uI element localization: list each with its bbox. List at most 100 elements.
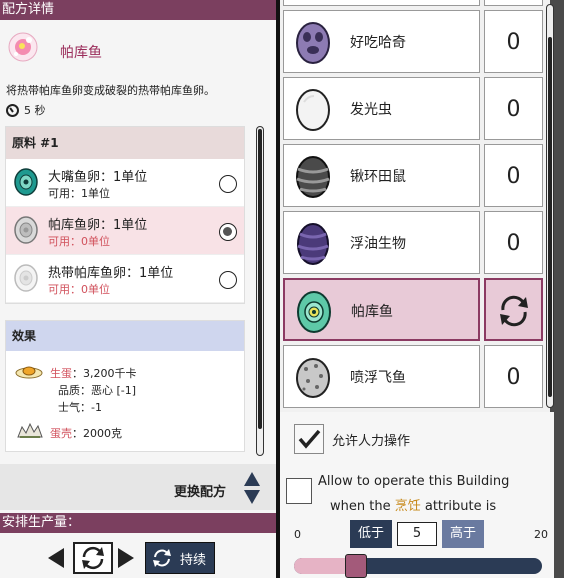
critter-count[interactable]: 0 [484,77,543,140]
recipe-scrollbar[interactable] [256,126,264,456]
repeat-icon [499,295,528,327]
white-egg-icon [14,264,38,292]
change-recipe-row: 更换配方 [0,464,276,510]
critter-name: 帕库鱼 [351,304,393,320]
scrollbar-thumb[interactable] [548,37,552,397]
production-controls: 持续 [0,538,276,578]
below-button[interactable]: 低于 [350,520,392,548]
effect-morale: 士气：-1 [58,401,102,414]
ingredients-box: 原料 #1 大嘴鱼卵：1单位 可用：1单位 帕库鱼卵：1单位 可用：0单位 热带… [5,126,245,304]
checkmark-icon [298,429,321,449]
allow-operate-text: Allow to operate this Building [318,474,510,489]
effect-shell-label: 蛋壳 [50,427,72,440]
range-min-label: 0 [294,528,301,541]
ingredient-availability: 可用：0单位 [48,235,110,248]
critter-name: 喷浮飞鱼 [350,370,406,386]
effect-shell-value: ：2000克 [72,427,122,440]
ingredient-availability: 可用：1单位 [48,187,110,200]
manual-operation-checkbox[interactable] [294,424,324,454]
critter-item[interactable]: 浮油生物 [283,211,480,274]
purple-spotted-egg-icon [296,22,330,64]
recipe-details-header: 配方详情 [0,0,276,20]
critter-count[interactable]: 0 [484,211,543,274]
effect-quality: 品质：恶心 [-1] [58,384,137,397]
clock-icon [6,103,19,117]
effects-title: 效果 [6,321,244,351]
condition-suffix: attribute is [420,499,497,514]
repeat-icon [82,546,104,570]
ingredient-name: 大嘴鱼卵：1单位 [48,170,148,185]
increase-arrow-icon[interactable] [118,548,134,568]
effect-yolk-label: 生蛋 [50,367,72,380]
grey-egg-icon [14,216,38,244]
ingredient-radio[interactable] [219,223,237,241]
critter-count[interactable]: 0 [484,10,543,73]
critter-item[interactable]: 锹环田鼠 [283,144,480,207]
recipe-time-value: 5 秒 [24,104,46,117]
list-item [484,0,543,6]
critter-name: 浮油生物 [350,236,406,252]
dotted-egg-icon [296,358,330,398]
critter-count[interactable]: 0 [484,345,543,408]
production-header: 安排生产量： [0,513,276,533]
critter-name: 发光虫 [350,102,392,118]
recipe-details-panel: 配方详情 帕库鱼 将热带帕库鱼卵变成破裂的热带帕库鱼卵。 5 秒 原料 #1 大… [0,0,276,578]
effects-box: 效果 生蛋：3,200千卡 品质：恶心 [-1] 士气：-1 蛋壳：2000克 [5,320,245,452]
scrollbar-thumb[interactable] [258,129,262,429]
decrease-arrow-icon[interactable] [48,548,64,568]
effect-shell: 蛋壳：2000克 [50,425,122,441]
ingredient-option[interactable]: 帕库鱼卵：1单位 可用：0单位 [6,207,244,255]
ingredient-option[interactable]: 大嘴鱼卵：1单位 可用：1单位 [6,159,244,207]
operation-options: 允许人力操作 Allow to operate this Building wh… [280,412,554,578]
continuous-button[interactable]: 持续 [145,542,215,574]
eggshell-icon [17,422,43,438]
white-egg-icon [296,89,330,131]
critter-name: 好吃哈奇 [350,35,406,51]
continuous-label: 持续 [180,552,207,568]
previous-recipe-arrow-icon[interactable] [244,472,260,486]
striped-egg-icon [296,156,330,198]
threshold-slider[interactable] [294,554,542,578]
recipe-name: 帕库鱼 [60,45,102,61]
ingredients-title: 原料 #1 [6,127,244,159]
allow-operate-condition: when the 烹饪 attribute is [330,495,496,514]
effect-yolk-value: ：3,200千卡 [72,367,137,380]
teal-egg-icon [14,168,38,196]
repeat-icon [153,549,171,567]
effect-yolk: 生蛋：3,200千卡 [50,365,137,381]
list-item [283,0,480,6]
purple-striped-egg-icon [297,223,329,265]
change-recipe-label: 更换配方 [174,485,227,500]
critter-item[interactable]: 喷浮飞鱼 [283,345,480,408]
raw-egg-icon [15,366,43,379]
range-max-label: 20 [534,528,548,541]
recipe-time: 5 秒 [6,102,46,118]
ingredient-name: 热带帕库鱼卵：1单位 [48,266,174,281]
repeat-button[interactable] [73,542,113,574]
ingredient-option[interactable]: 热带帕库鱼卵：1单位 可用：0单位 [6,255,244,303]
ingredient-radio[interactable] [219,175,237,193]
critter-item[interactable]: 发光虫 [283,77,480,140]
condition-prefix: when the [330,499,395,514]
recipe-description: 将热带帕库鱼卵变成破裂的热带帕库鱼卵。 [6,84,215,97]
threshold-input[interactable]: 5 [397,522,437,546]
critter-selection-panel: 好吃哈奇 0 发光虫 0 锹环田鼠 0 浮油生物 0 帕库鱼 喷浮飞鱼 0 允许… [280,0,564,578]
attribute-threshold-checkbox[interactable] [286,478,312,504]
manual-operation-label: 允许人力操作 [332,434,411,449]
ingredient-radio[interactable] [219,271,237,289]
next-recipe-arrow-icon[interactable] [244,490,260,504]
critter-item[interactable]: 好吃哈奇 [283,10,480,73]
critter-repeat-toggle[interactable] [484,278,543,341]
ingredient-availability: 可用：0单位 [48,283,110,296]
critter-count[interactable]: 0 [484,144,543,207]
teal-fish-egg-icon [297,291,331,333]
pacu-egg-icon [8,32,38,62]
above-button[interactable]: 高于 [442,520,484,548]
critter-item-selected[interactable]: 帕库鱼 [283,278,480,341]
critter-name: 锹环田鼠 [350,169,406,185]
critter-list-scrollbar[interactable] [546,4,554,408]
critter-list: 好吃哈奇 0 发光虫 0 锹环田鼠 0 浮油生物 0 帕库鱼 喷浮飞鱼 0 [280,0,550,412]
attribute-name: 烹饪 [394,499,421,514]
slider-handle[interactable] [345,554,367,578]
ingredient-name: 帕库鱼卵：1单位 [48,218,148,233]
